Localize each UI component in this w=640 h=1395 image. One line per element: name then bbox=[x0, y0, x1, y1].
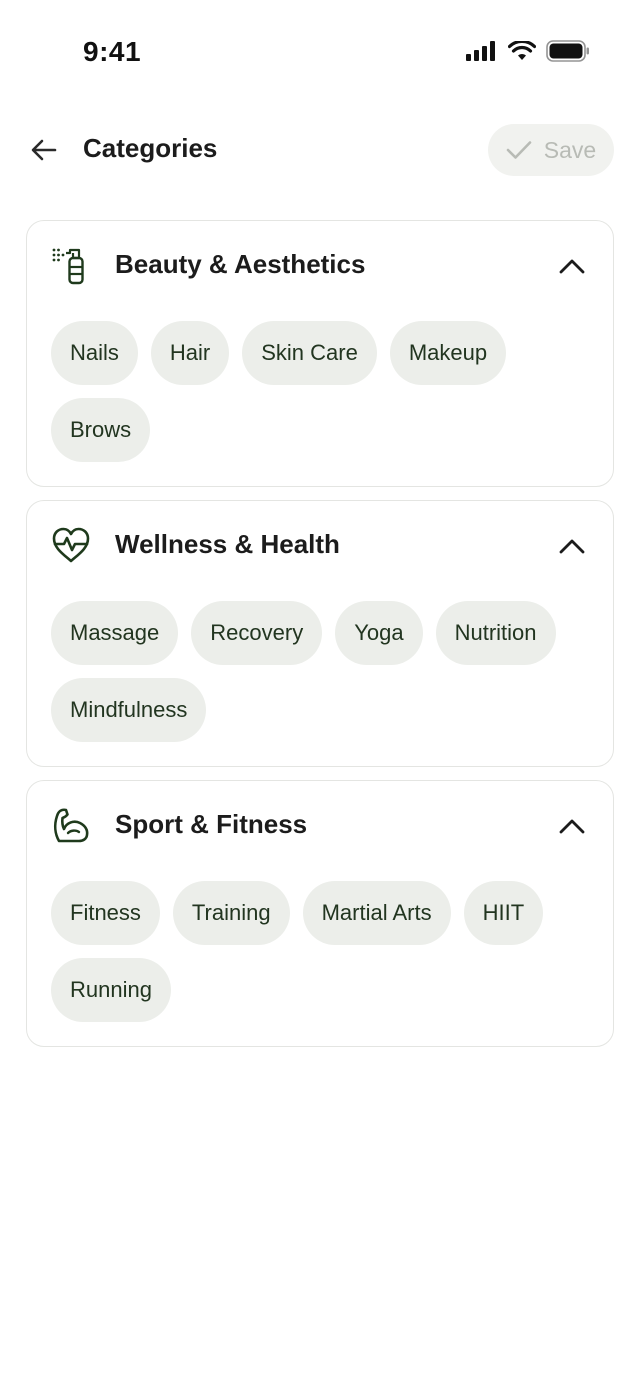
status-bar: 9:41 bbox=[0, 0, 640, 100]
categories-screen: 9:41 Categories Save Beauty & Aesthetics… bbox=[0, 0, 640, 1395]
category-card-beauty: Beauty & Aesthetics Nails Hair Skin Care… bbox=[26, 220, 614, 487]
spray-bottle-icon bbox=[51, 245, 91, 285]
category-title: Beauty & Aesthetics bbox=[115, 249, 366, 279]
chip-brows[interactable]: Brows bbox=[51, 398, 151, 462]
chip-martial-arts[interactable]: Martial Arts bbox=[302, 881, 451, 945]
chip-list: Nails Hair Skin Care Makeup Brows bbox=[51, 321, 599, 462]
save-button[interactable]: Save bbox=[488, 124, 614, 176]
category-header-beauty[interactable]: Beauty & Aesthetics bbox=[27, 221, 613, 309]
chevron-up-icon[interactable] bbox=[557, 251, 587, 281]
chip-list: Massage Recovery Yoga Nutrition Mindfuln… bbox=[51, 601, 599, 742]
chevron-up-icon[interactable] bbox=[557, 531, 587, 561]
chip-skin-care[interactable]: Skin Care bbox=[242, 321, 377, 385]
status-time: 9:41 bbox=[83, 36, 142, 67]
category-title: Wellness & Health bbox=[115, 529, 340, 559]
category-card-wellness: Wellness & Health Massage Recovery Yoga … bbox=[26, 500, 614, 767]
status-icons bbox=[466, 39, 590, 67]
category-header-wellness[interactable]: Wellness & Health bbox=[27, 501, 613, 589]
chip-massage[interactable]: Massage bbox=[51, 601, 179, 665]
chip-running[interactable]: Running bbox=[51, 958, 171, 1022]
chip-recovery[interactable]: Recovery bbox=[191, 601, 323, 665]
category-title: Sport & Fitness bbox=[115, 809, 308, 839]
chip-hiit[interactable]: HIIT bbox=[463, 881, 544, 945]
flexed-arm-icon bbox=[51, 805, 91, 845]
heart-pulse-icon bbox=[51, 525, 91, 565]
category-card-sport: Sport & Fitness Fitness Training Martial… bbox=[26, 780, 614, 1047]
back-button[interactable] bbox=[26, 132, 62, 168]
save-label: Save bbox=[543, 136, 597, 163]
chip-yoga[interactable]: Yoga bbox=[335, 601, 423, 665]
battery-icon bbox=[546, 40, 590, 67]
arrow-left-icon bbox=[31, 139, 57, 161]
category-header-sport[interactable]: Sport & Fitness bbox=[27, 781, 613, 869]
chip-nutrition[interactable]: Nutrition bbox=[435, 601, 556, 665]
chevron-up-icon[interactable] bbox=[557, 811, 587, 841]
wifi-icon bbox=[507, 39, 537, 66]
chip-fitness[interactable]: Fitness bbox=[51, 881, 160, 945]
chip-mindfulness[interactable]: Mindfulness bbox=[51, 678, 207, 742]
chip-makeup[interactable]: Makeup bbox=[389, 321, 507, 385]
chip-training[interactable]: Training bbox=[172, 881, 290, 945]
page-title: Categories bbox=[83, 133, 218, 163]
chip-hair[interactable]: Hair bbox=[150, 321, 230, 385]
header: Categories Save bbox=[0, 118, 640, 182]
chip-nails[interactable]: Nails bbox=[51, 321, 138, 385]
signal-icon bbox=[466, 41, 498, 66]
chip-list: Fitness Training Martial Arts HIIT Runni… bbox=[51, 881, 599, 1022]
check-icon bbox=[506, 141, 532, 159]
